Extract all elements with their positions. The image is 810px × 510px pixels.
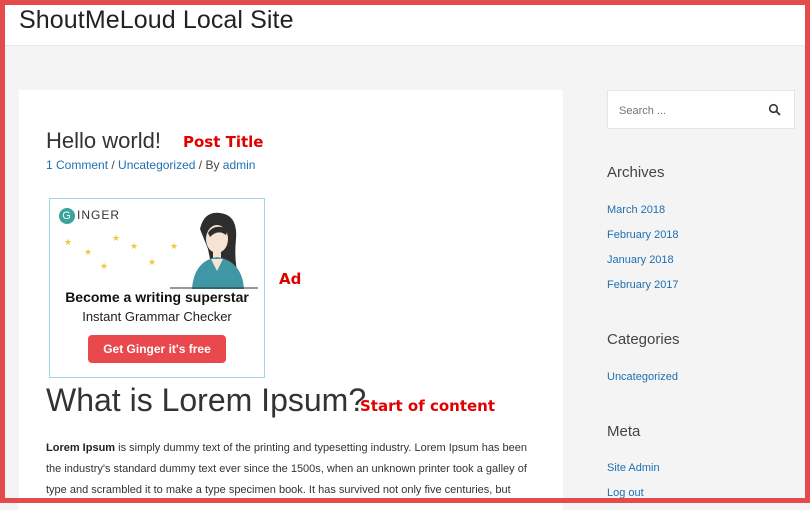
post-title[interactable]: Hello world! (46, 128, 161, 154)
main-content: Hello world! Post Title 1 Comment / Unca… (19, 90, 563, 510)
post-title-annotation: Post Title (183, 133, 264, 151)
ad-headline: Become a writing superstar (65, 289, 249, 305)
ad-subline: Instant Grammar Checker (82, 309, 232, 324)
ginger-logo: G INGER (59, 208, 120, 224)
archive-link[interactable]: February 2017 (607, 279, 679, 291)
category-link[interactable]: Uncategorized (118, 158, 195, 172)
archive-link[interactable]: January 2018 (607, 254, 674, 266)
meta-title: Meta (607, 423, 641, 440)
ginger-logo-text: INGER (77, 208, 121, 222)
search-icon[interactable] (768, 103, 782, 117)
log-out-link[interactable]: Log out (607, 487, 644, 499)
ginger-logo-icon: G (59, 208, 75, 224)
paragraph-text: is simply dummy text of the printing and… (46, 442, 527, 496)
star-icon: ★ (84, 247, 93, 257)
search-widget (607, 90, 795, 130)
archives-title: Archives (607, 164, 665, 181)
search-input[interactable] (608, 91, 781, 130)
get-ginger-button[interactable]: Get Ginger it's free (88, 335, 226, 363)
star-icon: ★ (148, 257, 157, 267)
meta-by-label: / By (195, 158, 223, 172)
category-link[interactable]: Uncategorized (607, 371, 678, 383)
star-icon: ★ (100, 261, 109, 271)
archive-link[interactable]: March 2018 (607, 204, 665, 216)
content-paragraph: Lorem Ipsum is simply dummy text of the … (46, 438, 538, 501)
star-icon: ★ (112, 233, 121, 243)
post-meta: 1 Comment / Uncategorized / By admin (46, 158, 255, 172)
categories-title: Categories (607, 331, 680, 348)
content-start-annotation: Start of content (360, 397, 496, 415)
comments-link[interactable]: 1 Comment (46, 158, 108, 172)
author-link[interactable]: admin (223, 158, 256, 172)
site-title[interactable]: ShoutMeLoud Local Site (19, 6, 294, 35)
meta-separator: / (108, 158, 119, 172)
site-header: ShoutMeLoud Local Site (0, 0, 810, 46)
star-icon: ★ (130, 241, 139, 251)
woman-illustration-icon (170, 212, 258, 289)
archive-link[interactable]: February 2018 (607, 229, 679, 241)
star-icon: ★ (64, 237, 73, 247)
content-heading: What is Lorem Ipsum? (46, 382, 367, 418)
lead-bold-text: Lorem Ipsum (46, 442, 116, 454)
site-admin-link[interactable]: Site Admin (607, 462, 660, 474)
ad-annotation: Ad (279, 270, 302, 288)
ad-banner[interactable]: G INGER ★ ★ ★ ★ ★ ★ ★ Become a writing su… (49, 198, 265, 378)
